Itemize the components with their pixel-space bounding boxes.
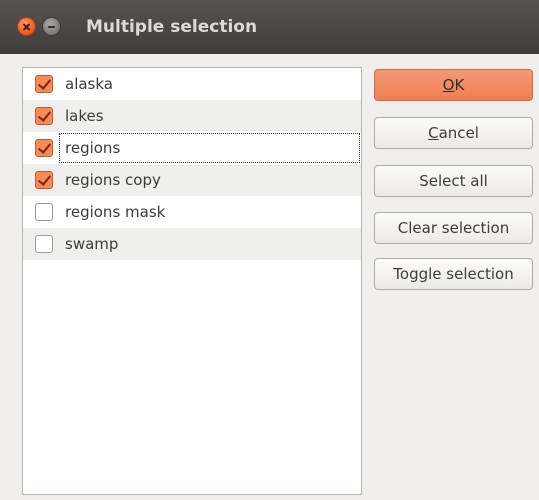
list-item[interactable]: regions <box>23 132 361 164</box>
select-all-button[interactable]: Select all <box>374 165 533 197</box>
checkbox-checked-icon[interactable] <box>35 171 53 189</box>
checkbox-checked-icon[interactable] <box>35 107 53 125</box>
close-icon[interactable] <box>17 17 36 36</box>
minimize-icon[interactable] <box>42 17 61 36</box>
list-item-label: swamp <box>65 235 119 253</box>
list-item[interactable]: lakes <box>23 100 361 132</box>
list-item[interactable]: regions mask <box>23 196 361 228</box>
list-item[interactable]: alaska <box>23 68 361 100</box>
ok-label-rest: K <box>454 76 465 94</box>
list-item[interactable]: swamp <box>23 228 361 260</box>
ok-button[interactable]: OK <box>374 69 533 101</box>
list-item-label: regions mask <box>65 203 166 221</box>
checkbox-unchecked-icon[interactable] <box>35 235 53 253</box>
checkbox-unchecked-icon[interactable] <box>35 203 53 221</box>
checkbox-checked-icon[interactable] <box>35 75 53 93</box>
cancel-button[interactable]: Cancel <box>374 117 533 149</box>
list-item-label: lakes <box>65 107 104 125</box>
list-item[interactable]: regions copy <box>23 164 361 196</box>
cancel-label-rest: ancel <box>438 124 479 142</box>
ok-mnemonic: O <box>442 76 455 94</box>
cancel-mnemonic: C <box>428 124 439 142</box>
title-bar: Multiple selection <box>0 0 539 54</box>
list-item-label: alaska <box>65 75 113 93</box>
list-item-label: regions <box>65 139 121 157</box>
toggle-selection-button[interactable]: Toggle selection <box>374 258 533 290</box>
layer-list[interactable]: alaska lakes regions regions copy region… <box>22 67 362 495</box>
window-title: Multiple selection <box>86 17 258 37</box>
list-item-label: regions copy <box>65 171 161 189</box>
checkbox-checked-icon[interactable] <box>35 139 53 157</box>
clear-selection-button[interactable]: Clear selection <box>374 212 533 244</box>
